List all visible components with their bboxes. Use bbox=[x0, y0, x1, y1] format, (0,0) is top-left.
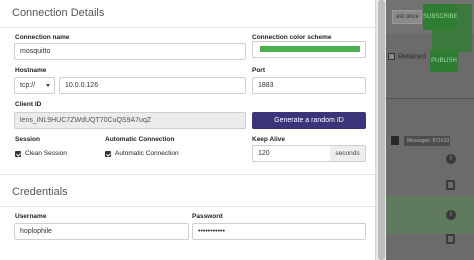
chevron-down-icon bbox=[46, 84, 50, 87]
info-icon[interactable]: i bbox=[446, 210, 456, 220]
connection-name-label: Connection name bbox=[15, 34, 70, 41]
credentials-title: Credentials bbox=[12, 186, 68, 198]
automatic-connection-label: Automatic Connection bbox=[105, 136, 175, 143]
divider bbox=[0, 174, 375, 175]
port-input[interactable]: 1883 bbox=[252, 77, 366, 94]
session-label: Session bbox=[15, 136, 40, 143]
clean-session-checkbox[interactable] bbox=[15, 151, 21, 157]
background-divider bbox=[386, 98, 474, 99]
keep-alive-unit: seconds bbox=[330, 145, 366, 162]
color-scheme-label: Connection color scheme bbox=[252, 34, 332, 41]
qos-select[interactable]: ast once bbox=[392, 10, 422, 24]
color-swatch[interactable] bbox=[260, 46, 360, 52]
retained-box[interactable] bbox=[388, 53, 395, 60]
divider bbox=[0, 206, 375, 207]
retained-label: Retained bbox=[398, 53, 427, 61]
modal-scrollbar[interactable] bbox=[375, 0, 386, 260]
divider bbox=[0, 27, 375, 28]
copy-icon[interactable] bbox=[446, 180, 455, 190]
message-card bbox=[386, 196, 474, 234]
username-label: Username bbox=[15, 213, 47, 220]
generate-random-id-button[interactable]: Generate a random ID bbox=[252, 112, 366, 129]
username-input[interactable]: hoplophile bbox=[14, 223, 189, 240]
connection-dialog: Connection Details Connection name mosqu… bbox=[0, 0, 375, 260]
messages-badge: Messages: 871633 bbox=[404, 136, 450, 146]
subscribe-button[interactable]: SUBSCRIBE bbox=[423, 4, 458, 30]
port-label: Port bbox=[252, 67, 265, 74]
hostname-input[interactable]: 10.0.0.126 bbox=[59, 77, 246, 94]
client-id-input[interactable]: lens_iNL9HUC7ZWdUQT70CuQS9A7uqZ bbox=[14, 112, 246, 129]
keep-alive-input[interactable]: 120 bbox=[252, 145, 331, 162]
publish-button[interactable]: PUBLISH bbox=[430, 50, 458, 72]
background-app: ast once SUBSCRIBE Retained PUBLISH Mess… bbox=[386, 0, 474, 260]
list-icon bbox=[391, 136, 399, 145]
connection-name-input[interactable]: mosquitto bbox=[14, 43, 246, 60]
password-input[interactable]: ••••••••••• bbox=[192, 223, 366, 240]
connection-details-title: Connection Details bbox=[12, 7, 105, 19]
copy-icon[interactable] bbox=[446, 234, 455, 244]
clean-session-label: Clean Session bbox=[25, 150, 67, 157]
scrollbar-thumb[interactable] bbox=[378, 0, 385, 260]
client-id-label: Client ID bbox=[15, 101, 42, 108]
info-icon[interactable]: i bbox=[446, 154, 456, 164]
automatic-connection-option-label: Automatic Connection bbox=[115, 150, 179, 157]
keep-alive-label: Keep Alive bbox=[252, 136, 285, 143]
retained-checkbox[interactable]: Retained bbox=[388, 53, 432, 67]
automatic-connection-checkbox[interactable] bbox=[105, 151, 111, 157]
password-label: Password bbox=[192, 213, 223, 220]
hostname-label: Hostname bbox=[15, 67, 47, 74]
